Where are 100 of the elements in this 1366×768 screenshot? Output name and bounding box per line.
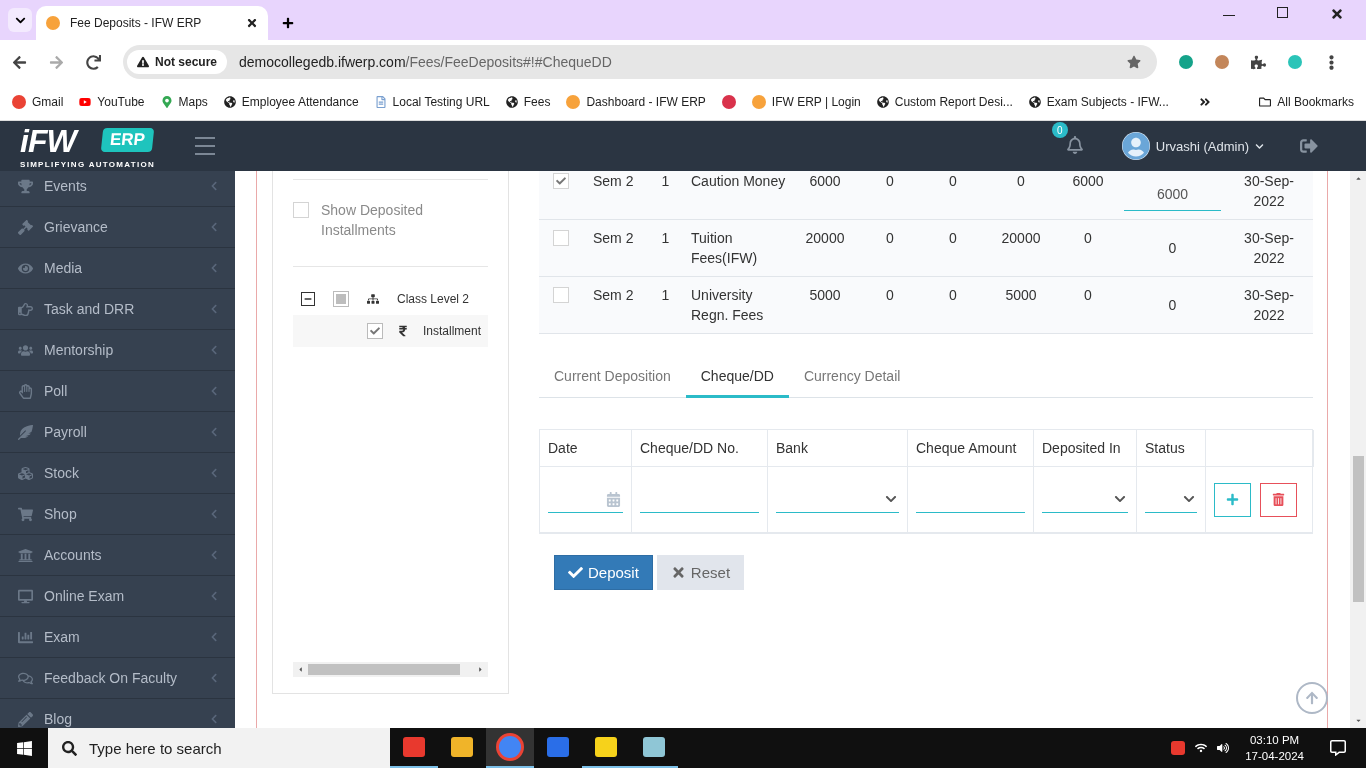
plus-icon	[1226, 493, 1239, 506]
reset-button[interactable]: Reset	[656, 555, 745, 590]
bookmark[interactable]: Exam Subjects - IFW...	[1028, 95, 1169, 109]
tab[interactable]: Current Deposition	[539, 358, 686, 398]
caret-left-icon[interactable]	[297, 666, 304, 673]
table-cell-text: 5000	[1004, 286, 1038, 305]
scrollbar-thumb[interactable]	[308, 664, 460, 675]
collapse-toggle[interactable]	[301, 292, 315, 306]
table-cell-text: 5000	[808, 286, 842, 305]
volume-icon[interactable]	[1217, 742, 1230, 754]
notification-icon[interactable]	[1330, 740, 1346, 756]
chevron-down-icon	[1183, 493, 1195, 505]
close-icon[interactable]	[1330, 7, 1344, 21]
globe-icon	[876, 96, 889, 108]
column-header: Bank	[768, 430, 908, 467]
wifi-icon[interactable]	[1195, 742, 1208, 754]
folder-icon	[1259, 96, 1272, 108]
check-icon	[568, 565, 583, 580]
puzzle-icon[interactable]	[1251, 54, 1266, 70]
bookmark[interactable]	[721, 95, 736, 109]
tab[interactable]: Cheque/DD	[685, 358, 789, 398]
deposit-button[interactable]: Deposit	[554, 555, 653, 590]
security-label: Not secure	[155, 55, 218, 69]
bookmark[interactable]: Local Testing URL	[374, 95, 490, 109]
extension-icon[interactable]	[1179, 55, 1193, 69]
tab-list-button[interactable]	[8, 8, 32, 32]
start-icon[interactable]	[15, 739, 33, 757]
bookmark[interactable]: Fees	[505, 95, 551, 109]
checkbox[interactable]	[293, 202, 309, 218]
chevron-left-icon	[209, 509, 219, 519]
close-icon[interactable]	[246, 17, 258, 29]
more-icon[interactable]	[1198, 96, 1211, 108]
sidebar-item[interactable]: Events	[0, 171, 235, 207]
row-checkbox[interactable]	[553, 287, 569, 303]
bookmark[interactable]: Employee Attendance	[223, 95, 359, 109]
back-icon[interactable]	[12, 54, 27, 70]
delete-button[interactable]	[1260, 482, 1297, 517]
horizontal-scrollbar[interactable]	[293, 662, 488, 677]
bell-icon[interactable]	[1065, 136, 1084, 154]
table-cell-text: Sem 2	[592, 172, 635, 191]
chevron-left-icon	[209, 714, 219, 724]
bookmark[interactable]: Gmail	[12, 95, 64, 109]
tree-label[interactable]: Installment	[423, 324, 482, 338]
taskbar-app[interactable]	[486, 728, 534, 768]
table-cell-text: University Regn. Fees	[691, 286, 765, 325]
arrow-up-icon	[1305, 691, 1319, 705]
add-button[interactable]	[1214, 482, 1251, 517]
trophy-icon	[18, 178, 33, 194]
bookmark[interactable]: YouTube	[79, 95, 145, 109]
restore-icon[interactable]	[1277, 7, 1288, 18]
browser-tab[interactable]: Fee Deposits - IFW ERP	[36, 6, 268, 40]
scrollbar-thumb[interactable]	[1352, 456, 1364, 602]
desktop-icon	[18, 588, 33, 604]
tree-label[interactable]: Class Level 2	[397, 292, 470, 306]
caret-up-icon[interactable]	[1354, 175, 1362, 182]
caret-down-icon[interactable]	[1354, 717, 1362, 724]
warning-icon	[137, 56, 149, 68]
table-cell-text: 20000	[804, 229, 846, 248]
taskbar-search[interactable]: Type here to search	[48, 728, 390, 768]
bookmark[interactable]: Maps	[160, 95, 208, 109]
logo-tagline: SIMPLIFYING AUTOMATION	[20, 160, 156, 170]
row-checkbox[interactable]	[553, 230, 569, 246]
check-icon	[370, 326, 380, 336]
new-tab-icon[interactable]	[282, 17, 294, 29]
chevron-left-icon	[209, 386, 219, 396]
tree-checkbox[interactable]	[367, 323, 383, 339]
reload-icon[interactable]	[86, 54, 101, 70]
amount-input[interactable]: 6000	[1124, 181, 1221, 211]
tree-checkbox[interactable]	[333, 291, 349, 307]
table-cell-text: 6000	[1071, 172, 1105, 191]
row-checkbox[interactable]	[553, 173, 569, 189]
security-chip[interactable]: Not secure	[127, 50, 228, 74]
extension-icon[interactable]	[1215, 55, 1229, 69]
vertical-scrollbar[interactable]	[1350, 171, 1366, 728]
chevron-left-icon	[209, 222, 219, 232]
forward-icon[interactable]	[49, 54, 64, 70]
bookmark[interactable]: Dashboard - IFW ERP	[566, 95, 706, 109]
globe-icon	[505, 96, 518, 108]
chevron-left-icon	[209, 591, 219, 601]
address-bar[interactable]: Not secure democollegedb.ifwerp.com/Fees/FeeDeposits#!#ChequeDD	[123, 45, 1157, 79]
tab[interactable]: Currency Detail	[788, 358, 916, 398]
globe-icon	[1028, 96, 1041, 108]
trash-icon	[1272, 493, 1285, 506]
logout-icon[interactable]	[1300, 137, 1318, 155]
tray-icon[interactable]	[1171, 741, 1186, 755]
cubes-icon	[18, 465, 33, 481]
all-bookmarks[interactable]: All Bookmarks	[1259, 95, 1354, 109]
bookmark[interactable]: IFW ERP | Login	[751, 95, 861, 109]
table-cell-text: 0	[885, 286, 895, 305]
chevron-left-icon	[209, 673, 219, 683]
caret-right-icon[interactable]	[477, 666, 484, 673]
clock[interactable]: 03:10 PM 17-04-2024	[1245, 732, 1304, 764]
star-icon[interactable]	[1127, 55, 1141, 69]
avatar-icon	[1121, 132, 1150, 160]
comments-icon	[18, 670, 33, 686]
checkbox-label[interactable]: Show Deposited Installments	[321, 200, 488, 240]
bookmark[interactable]: Custom Report Desi...	[876, 95, 1013, 109]
chevron-down-icon	[1255, 141, 1264, 151]
pencil-icon	[18, 711, 33, 727]
user-menu[interactable]: Urvashi (Admin)	[1121, 132, 1264, 160]
